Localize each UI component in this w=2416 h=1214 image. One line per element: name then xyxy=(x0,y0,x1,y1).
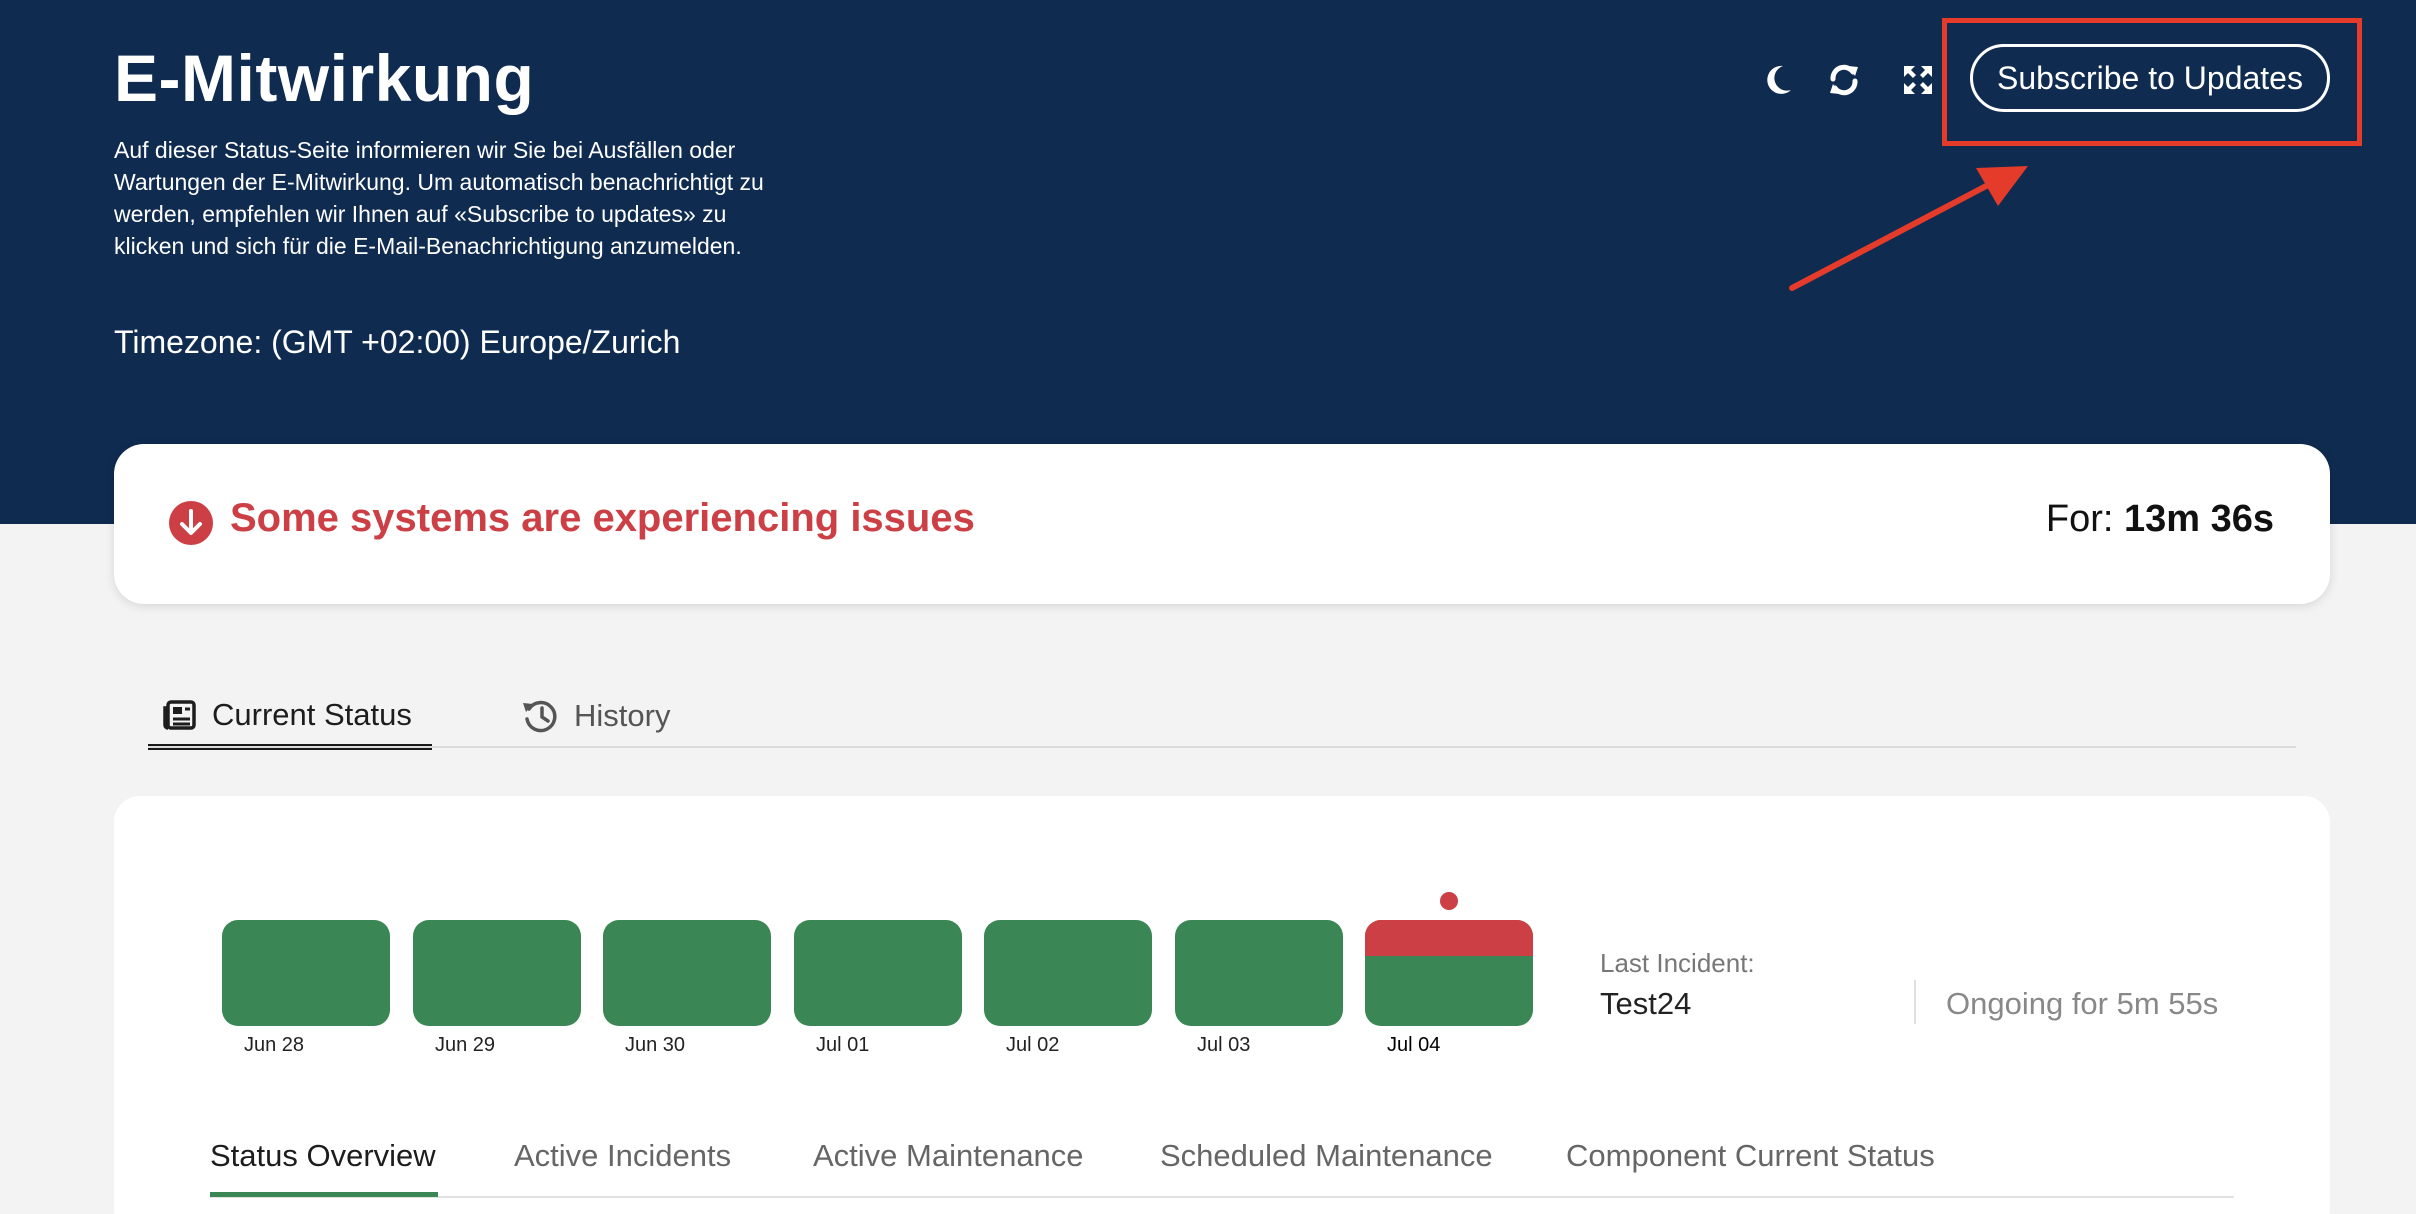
annotation-arrow-icon xyxy=(1789,166,2028,291)
subtab-component-current-status[interactable]: Component Current Status xyxy=(1566,1138,1935,1174)
last-incident-label: Last Incident: xyxy=(1600,948,1755,978)
uptime-day-label: Jun 28 xyxy=(244,1034,305,1056)
timezone-label: Timezone: (GMT +02:00) Europe/Zurich xyxy=(114,324,681,360)
uptime-day-bar[interactable] xyxy=(984,920,1152,1026)
duration-label: For: xyxy=(2045,498,2114,540)
moon-icon[interactable] xyxy=(1758,60,1798,100)
status-duration: For: 13m 36s xyxy=(2046,498,2274,541)
tab-current-status[interactable]: Current Status xyxy=(148,686,432,750)
subtab-active-maintenance[interactable]: Active Maintenance xyxy=(813,1138,1084,1174)
tab-history-label: History xyxy=(574,698,671,733)
subtab-active-incidents[interactable]: Active Incidents xyxy=(514,1138,731,1174)
tabs-divider xyxy=(148,746,2296,748)
uptime-day-bar[interactable] xyxy=(603,920,771,1026)
uptime-day-bar[interactable] xyxy=(794,920,962,1026)
uptime-day-label: Jul 01 xyxy=(816,1034,870,1056)
page-title: E-Mitwirkung xyxy=(114,41,535,115)
uptime-day-label: Jul 03 xyxy=(1197,1034,1251,1056)
incident-segment xyxy=(1365,920,1533,956)
refresh-icon[interactable] xyxy=(1824,60,1864,100)
subtabs-divider xyxy=(210,1196,2234,1198)
uptime-day-bar[interactable] xyxy=(222,920,390,1026)
uptime-day-label: Jun 30 xyxy=(625,1034,686,1056)
uptime-day-label: Jun 29 xyxy=(435,1034,496,1056)
subtab-active-indicator xyxy=(210,1192,438,1197)
page-description: Auf dieser Status-Seite informieren wir … xyxy=(114,137,764,259)
newspaper-icon xyxy=(163,700,196,730)
tab-current-status-label: Current Status xyxy=(212,697,412,732)
arrow-down-circle-icon xyxy=(168,500,214,551)
subtab-status-overview[interactable]: Status Overview xyxy=(210,1138,436,1174)
subscribe-button[interactable]: Subscribe to Updates xyxy=(1970,44,2330,112)
uptime-day-label: Jul 02 xyxy=(1006,1034,1060,1056)
incident-dot xyxy=(1440,892,1458,910)
last-incident-name[interactable]: Test24 xyxy=(1600,986,1691,1022)
tab-history[interactable]: History xyxy=(522,686,670,746)
duration-value: 13m 36s xyxy=(2123,498,2274,540)
subtab-scheduled-maintenance[interactable]: Scheduled Maintenance xyxy=(1160,1138,1493,1174)
uptime-day-bar[interactable] xyxy=(1365,920,1533,1026)
divider xyxy=(1914,980,1916,1024)
fullscreen-icon[interactable] xyxy=(1898,60,1938,100)
status-banner: Some systems are experiencing issues For… xyxy=(114,444,2330,604)
last-incident-ongoing: Ongoing for 5m 55s xyxy=(1946,986,2219,1021)
uptime-day-bar[interactable] xyxy=(1175,920,1343,1026)
history-icon xyxy=(523,700,557,733)
status-message: Some systems are experiencing issues xyxy=(230,496,975,540)
uptime-day-bar[interactable] xyxy=(413,920,581,1026)
uptime-day-label: Jul 04 xyxy=(1387,1034,1441,1056)
